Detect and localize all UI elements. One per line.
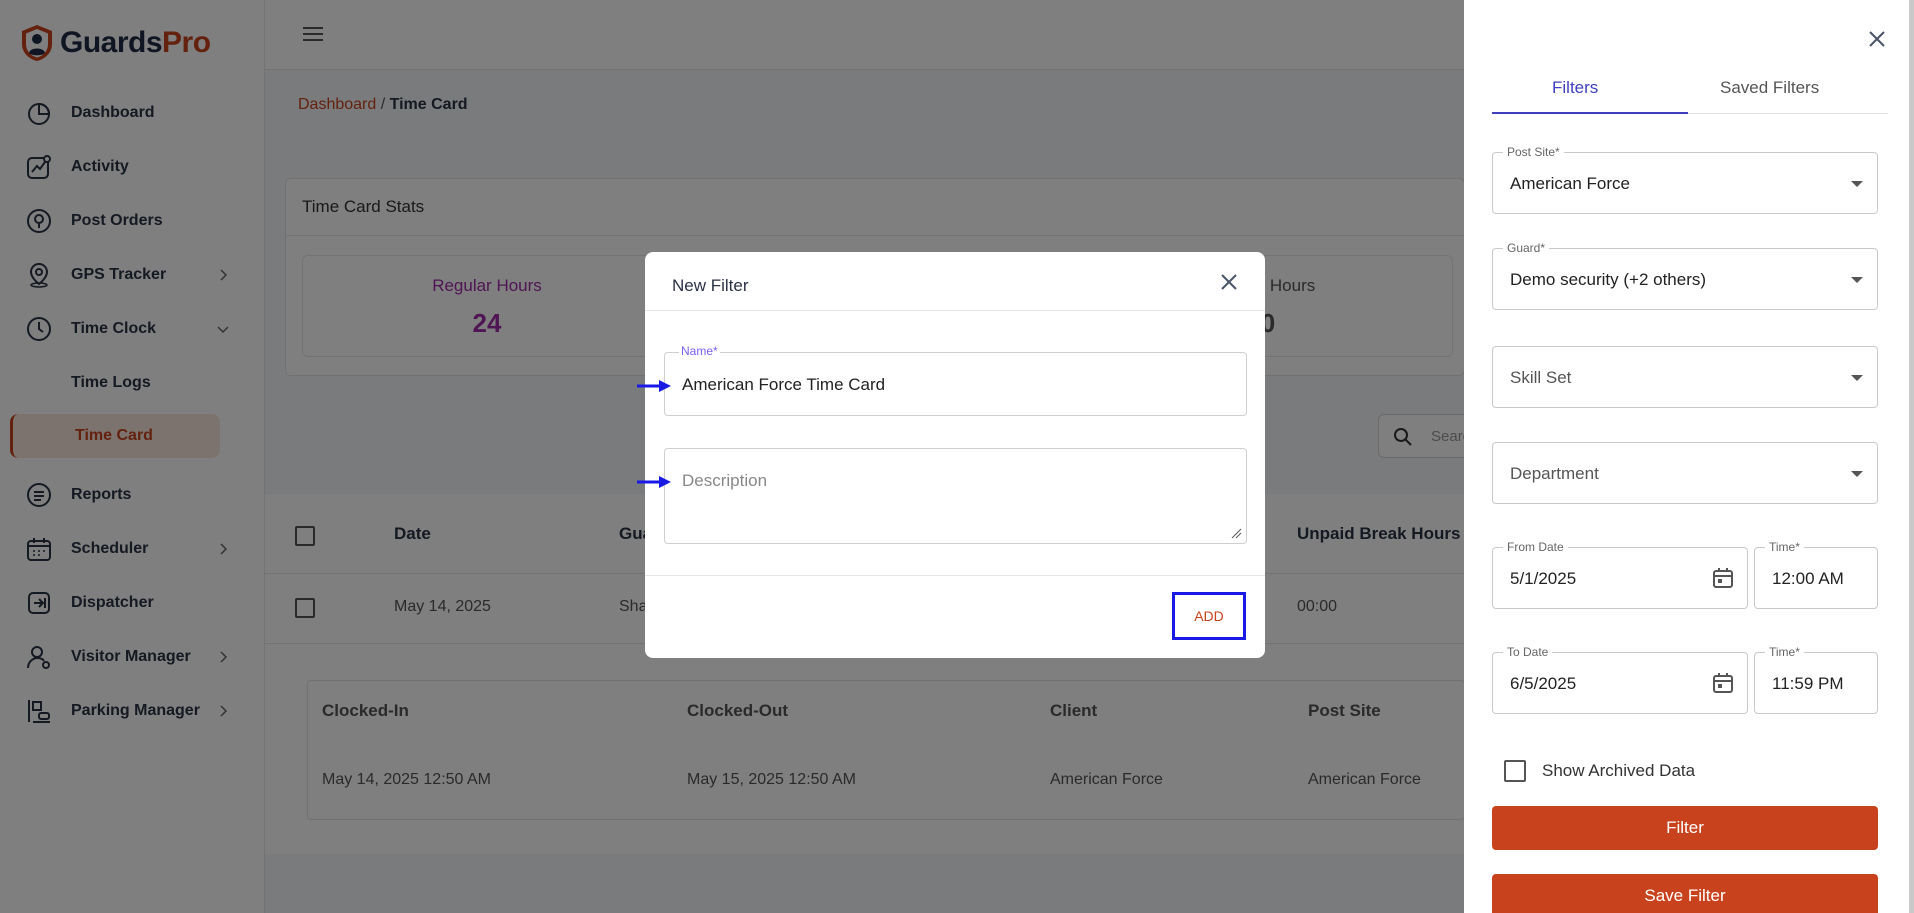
calendar-icon[interactable] xyxy=(1711,566,1735,590)
field-value: 5/1/2025 xyxy=(1510,569,1577,588)
resize-grip-icon[interactable] xyxy=(1230,527,1242,539)
department-select[interactable]: Department xyxy=(1492,442,1878,504)
field-label: To Date xyxy=(1503,645,1553,659)
show-archived-label: Show Archived Data xyxy=(1542,761,1696,780)
name-field[interactable]: Name* American Force Time Card xyxy=(664,344,1247,416)
show-archived-checkbox[interactable] xyxy=(1504,760,1526,782)
divider xyxy=(645,575,1265,576)
guard-select[interactable]: Guard* Demo security (+2 others) xyxy=(1492,241,1878,310)
field-label: Post Site* xyxy=(1503,145,1564,159)
add-button[interactable]: ADD xyxy=(1172,592,1246,640)
caret-down-icon xyxy=(1851,375,1863,381)
divider xyxy=(645,310,1265,311)
field-label: Time* xyxy=(1765,540,1804,554)
field-label: Time* xyxy=(1765,645,1804,659)
field-placeholder: Department xyxy=(1510,464,1599,483)
tab-filters[interactable]: Filters xyxy=(1552,78,1598,98)
annotation-arrow-icon xyxy=(637,476,671,488)
field-placeholder: Skill Set xyxy=(1510,368,1572,387)
field-value: 11:59 PM xyxy=(1772,674,1844,693)
caret-down-icon xyxy=(1851,277,1863,283)
calendar-icon[interactable] xyxy=(1711,671,1735,695)
from-time-field[interactable]: Time* 12:00 AM xyxy=(1754,540,1878,609)
caret-down-icon xyxy=(1851,181,1863,187)
field-placeholder: Description xyxy=(682,471,768,490)
new-filter-modal: New Filter Name* American Force Time Car… xyxy=(637,252,1265,658)
filter-panel: Filters Saved Filters Post Site* America… xyxy=(1464,0,1914,913)
field-label: Name* xyxy=(679,344,720,358)
to-date-field[interactable]: To Date 6/5/2025 xyxy=(1492,645,1748,714)
from-date-field[interactable]: From Date 5/1/2025 xyxy=(1492,540,1748,609)
post-site-select[interactable]: Post Site* American Force xyxy=(1492,145,1878,214)
field-value: 6/5/2025 xyxy=(1510,674,1577,693)
skill-set-select[interactable]: Skill Set xyxy=(1492,346,1878,408)
modal-title: New Filter xyxy=(672,276,749,295)
description-field[interactable]: Description xyxy=(664,448,1247,544)
close-icon[interactable] xyxy=(1866,28,1888,50)
field-label: Guard* xyxy=(1503,241,1550,255)
caret-down-icon xyxy=(1851,471,1863,477)
close-icon[interactable] xyxy=(1219,272,1239,292)
scrollbar[interactable] xyxy=(1909,0,1914,913)
tab-saved-filters[interactable]: Saved Filters xyxy=(1720,78,1819,98)
tab-active-indicator xyxy=(1492,112,1688,114)
save-filter-button[interactable]: Save Filter xyxy=(1492,874,1878,913)
field-label: From Date xyxy=(1503,540,1568,554)
field-value: Demo security (+2 others) xyxy=(1510,270,1707,289)
field-value: 12:00 AM xyxy=(1772,569,1844,588)
field-value: American Force xyxy=(1510,174,1630,193)
filter-button[interactable]: Filter xyxy=(1492,806,1878,850)
to-time-field[interactable]: Time* 11:59 PM xyxy=(1754,645,1878,714)
field-value: American Force Time Card xyxy=(682,375,886,394)
annotation-arrow-icon xyxy=(637,380,671,392)
